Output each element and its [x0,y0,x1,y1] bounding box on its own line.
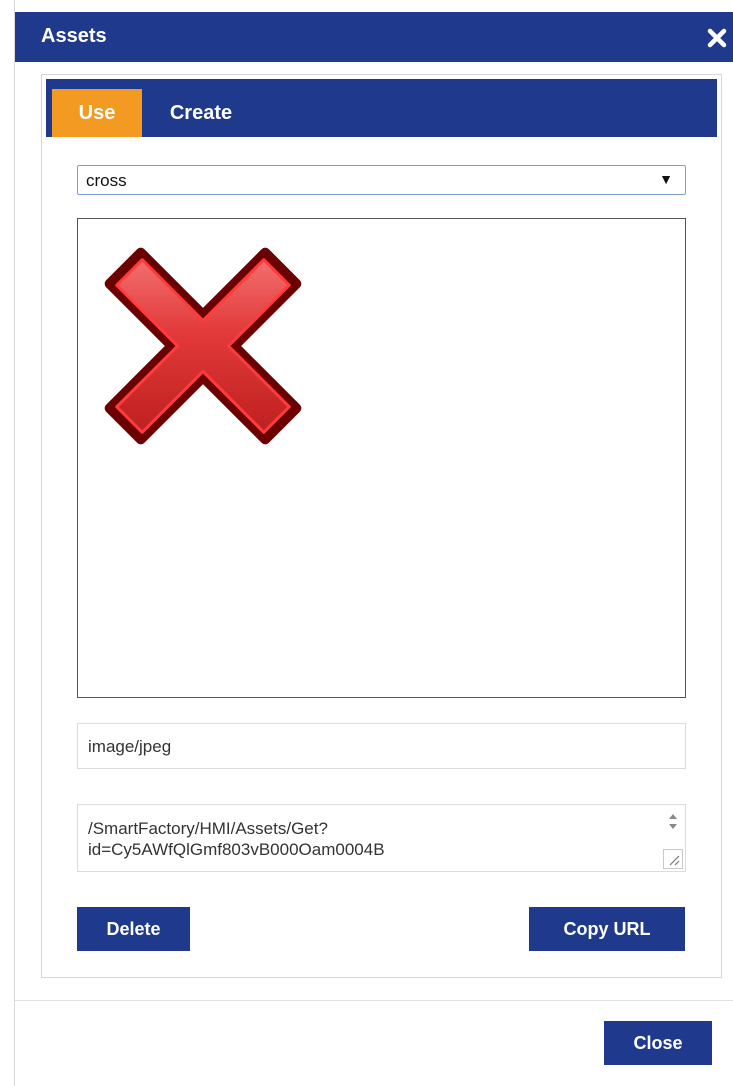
tab-use[interactable]: Use [52,89,142,137]
close-icon[interactable] [706,24,728,50]
footer-divider [15,1000,733,1001]
mime-type-value: image/jpeg [88,737,172,756]
asset-select[interactable]: cross ▼ [77,165,686,195]
tab-create[interactable]: Create [156,89,246,137]
asset-url-line-2: id=Cy5AWfQlGmf803vB000Oam0004B [88,840,385,859]
resize-handle-icon[interactable] [663,849,683,869]
dialog-header: Assets [15,12,733,62]
mime-type-field[interactable]: image/jpeg [77,723,686,769]
assets-dialog: Assets Use Create cross ▼ image/jpeg /Sm… [14,0,733,1086]
dialog-title: Assets [41,25,107,47]
assets-panel: Use Create cross ▼ image/jpeg /SmartFact… [41,74,722,978]
delete-button[interactable]: Delete [77,907,190,951]
close-button[interactable]: Close [604,1021,712,1065]
dropdown-arrow-icon: ▼ [659,171,673,187]
asset-preview [77,218,686,698]
scroll-arrows-icon[interactable] [665,809,681,835]
tab-bar: Use Create [46,79,717,137]
asset-url-line-1: /SmartFactory/HMI/Assets/Get? [88,819,328,838]
red-cross-image [104,247,302,445]
asset-select-value: cross [86,171,127,190]
asset-url-textarea[interactable]: /SmartFactory/HMI/Assets/Get? id=Cy5AWfQ… [77,804,686,872]
copy-url-button[interactable]: Copy URL [529,907,685,951]
asset-url-text: /SmartFactory/HMI/Assets/Get? id=Cy5AWfQ… [88,818,668,860]
